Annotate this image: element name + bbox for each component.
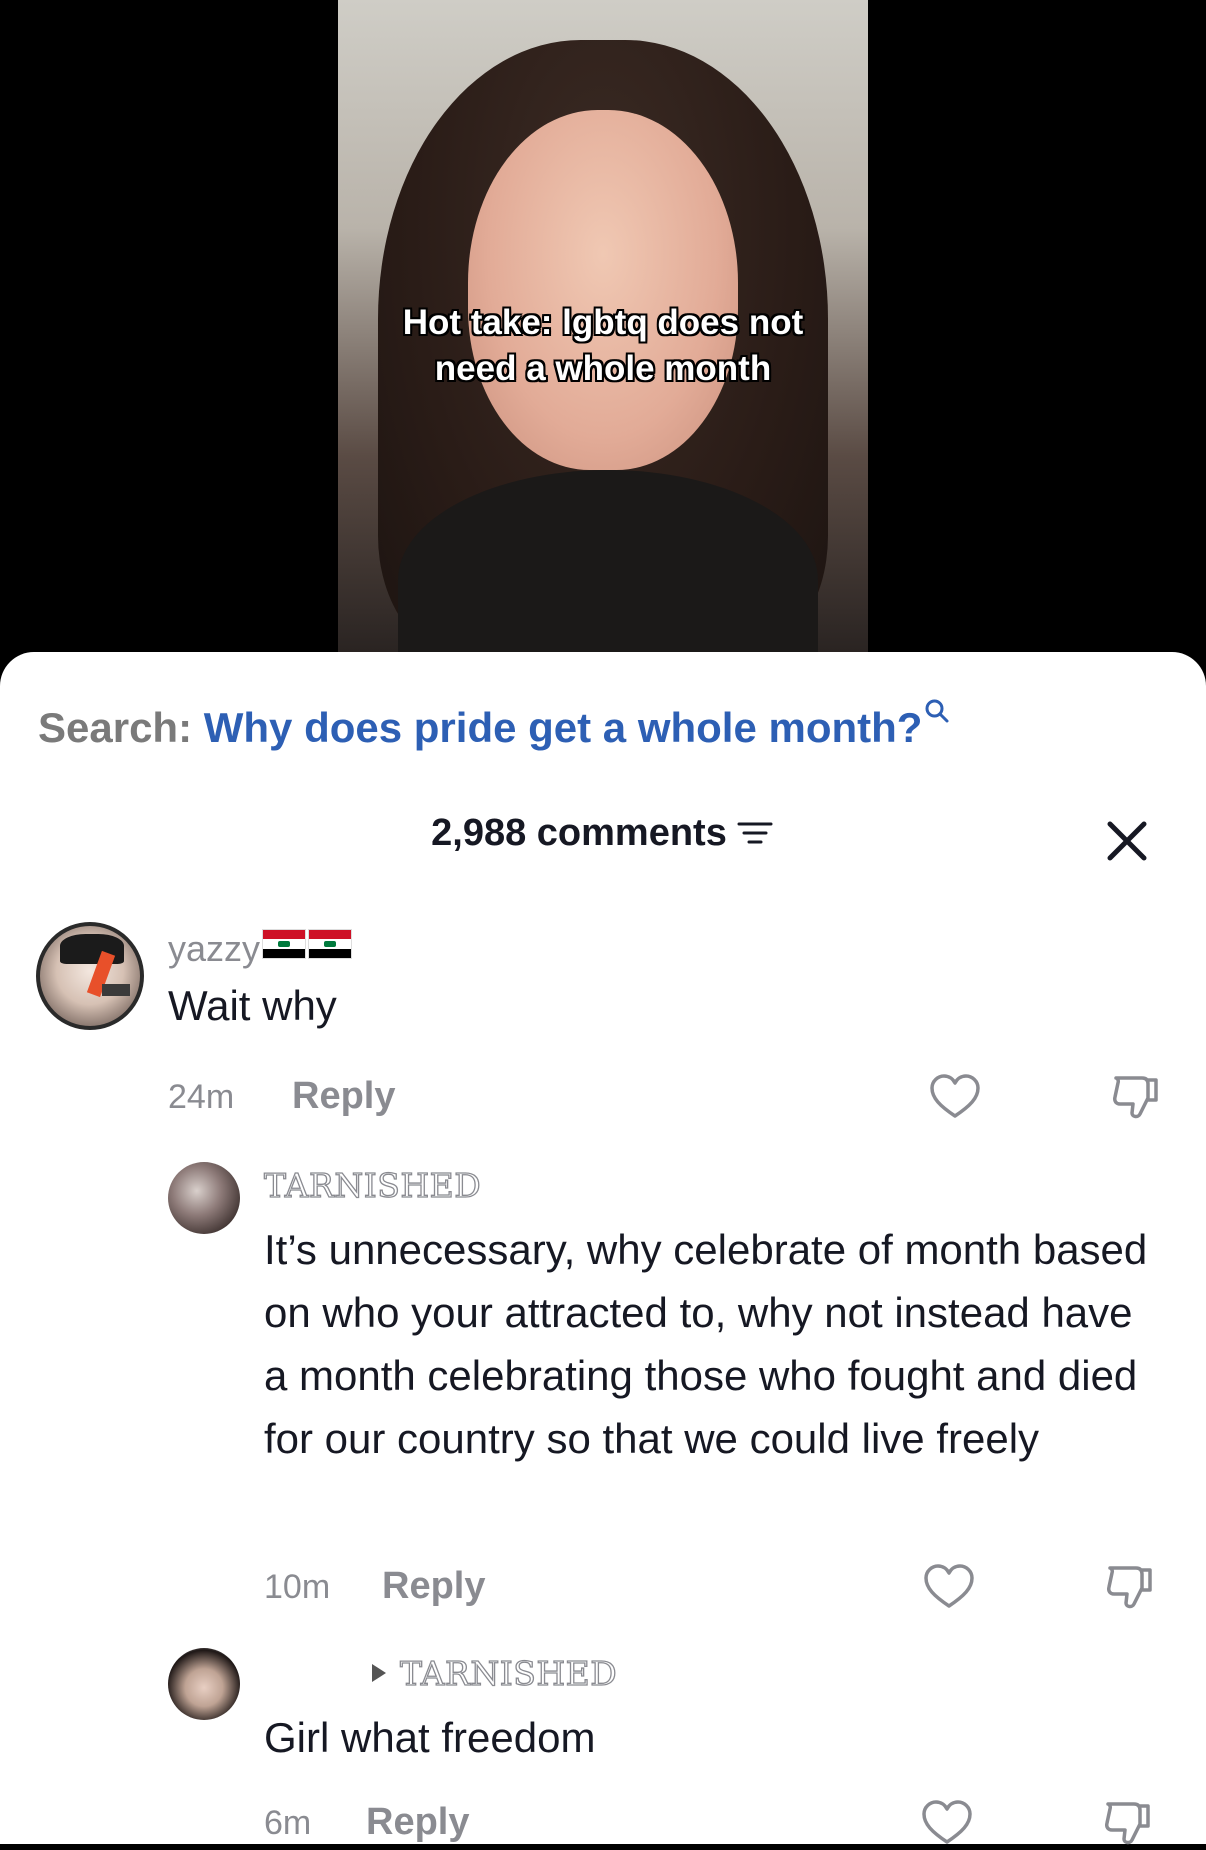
avatar[interactable] xyxy=(36,922,144,1030)
video-area[interactable]: Hot take: lgbtq does not need a whole mo… xyxy=(0,0,1206,660)
video-caption-line-2: need a whole month xyxy=(434,349,772,388)
dislike-icon[interactable] xyxy=(1100,1796,1154,1850)
search-label: Search: xyxy=(38,704,193,751)
heart-icon[interactable] xyxy=(922,1560,976,1614)
comment-time: 6m xyxy=(264,1804,312,1842)
comment-time: 24m xyxy=(168,1078,235,1116)
filter-icon[interactable] xyxy=(735,818,775,848)
comment-text: Girl what freedom xyxy=(264,1714,596,1761)
heart-icon[interactable] xyxy=(928,1070,982,1124)
search-icon[interactable] xyxy=(924,698,950,724)
video-subject-face xyxy=(468,110,738,470)
reply-button[interactable]: Reply xyxy=(366,1801,469,1844)
iraq-flag-icon xyxy=(262,929,307,959)
comments-count: 2,988 comments xyxy=(431,812,727,854)
heart-icon[interactable] xyxy=(920,1796,974,1850)
avatar[interactable] xyxy=(168,1162,240,1234)
reply-arrow-icon xyxy=(372,1664,386,1682)
close-icon[interactable] xyxy=(1104,818,1150,864)
comment-username[interactable]: yazzy xyxy=(168,928,353,970)
username-text: yazzy xyxy=(168,928,261,969)
comments-sheet: Search: Why does pride get a whole month… xyxy=(0,652,1206,1845)
search-query-link[interactable]: Why does pride get a whole month? xyxy=(204,704,923,751)
reply-to-indicator[interactable]: TARNISHED xyxy=(372,1653,618,1694)
reply-to-username: TARNISHED xyxy=(399,1653,618,1693)
comment-username[interactable]: TARNISHED xyxy=(263,1165,481,1205)
dislike-icon[interactable] xyxy=(1102,1560,1156,1614)
reply-button[interactable]: Reply xyxy=(382,1565,485,1608)
reply-button[interactable]: Reply xyxy=(292,1075,395,1118)
comment-text: It’s unnecessary, why celebrate of month… xyxy=(264,1226,1148,1462)
iraq-flag-icon xyxy=(308,929,353,959)
comments-header: 2,988 comments xyxy=(0,812,1206,855)
dislike-icon[interactable] xyxy=(1108,1070,1162,1124)
comment-time: 10m xyxy=(264,1568,331,1606)
avatar[interactable] xyxy=(168,1648,240,1720)
video-caption-line-1: Hot take: lgbtq does not xyxy=(402,303,804,342)
search-suggestion[interactable]: Search: Why does pride get a whole month… xyxy=(38,698,950,752)
comment-text: Wait why xyxy=(168,982,337,1029)
